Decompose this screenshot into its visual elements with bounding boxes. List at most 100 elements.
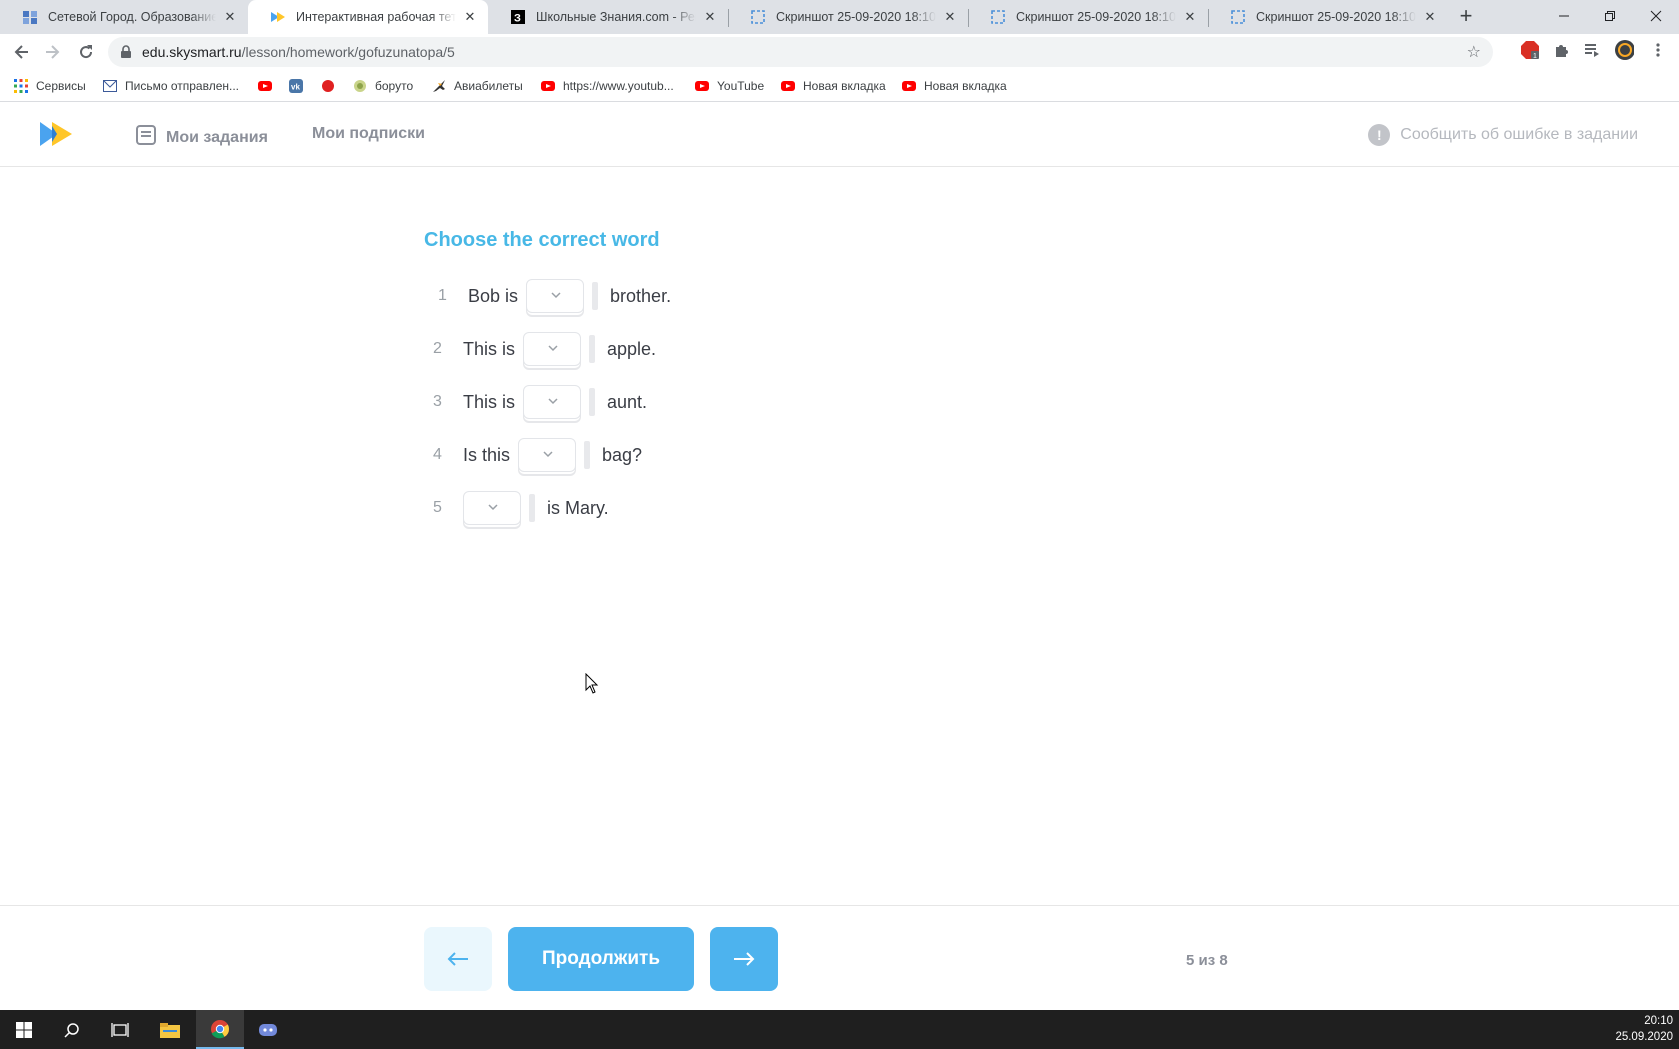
chrome-icon xyxy=(211,1019,229,1038)
bookmark-youtube-home[interactable]: YouTube xyxy=(695,77,764,95)
clock-time: 20:10 xyxy=(1644,1015,1673,1027)
answer-dropdown[interactable] xyxy=(518,438,577,472)
youtube-icon xyxy=(781,79,795,93)
bookmark-star-icon[interactable]: ☆ xyxy=(1467,42,1481,62)
close-icon xyxy=(1650,10,1662,22)
answer-divider xyxy=(589,388,596,416)
url-host: edu.skysmart.ru xyxy=(142,44,242,60)
address-bar[interactable]: edu.skysmart.ru/lesson/homework/gofuzuna… xyxy=(108,37,1493,67)
answer-dropdown[interactable] xyxy=(523,332,582,366)
screenshot-icon xyxy=(750,9,766,25)
bookmark-new-tab-1[interactable]: Новая вкладка xyxy=(781,77,886,95)
bookmark-new-tab-2[interactable]: Новая вкладка xyxy=(902,77,1007,95)
bookmark-mail[interactable]: Письмо отправлен... xyxy=(103,77,239,95)
chevron-down-icon xyxy=(548,345,558,352)
bookmark-label: https://www.youtub... xyxy=(563,79,674,93)
svg-text:З: З xyxy=(514,13,521,25)
continue-button[interactable]: Продолжить xyxy=(508,927,694,991)
close-icon[interactable]: ✕ xyxy=(942,9,958,25)
browser-tab[interactable]: Скриншот 25-09-2020 18:10:22.png ✕ xyxy=(968,0,1208,34)
tasks-list-icon xyxy=(136,125,156,150)
restore-button[interactable] xyxy=(1587,0,1633,32)
netcity-icon xyxy=(22,9,38,25)
boruto-icon xyxy=(353,79,367,93)
tab-title: Интерактивная рабочая тетрадь Skysmart xyxy=(296,10,456,24)
answer-dropdown[interactable] xyxy=(463,491,521,525)
close-icon[interactable]: ✕ xyxy=(1182,9,1198,25)
minimize-icon xyxy=(1559,15,1569,17)
report-error-link[interactable]: ! Сообщить об ошибке в задании xyxy=(1368,124,1638,146)
bookmark-label: Сервисы xyxy=(36,79,86,93)
nav-my-tasks[interactable]: Мои задания xyxy=(136,125,268,150)
media-playlist-icon[interactable] xyxy=(1582,40,1602,60)
mouse-cursor-icon xyxy=(585,673,599,694)
reload-button[interactable] xyxy=(74,40,98,64)
youtube-icon xyxy=(695,79,709,93)
new-tab-button[interactable]: + xyxy=(1454,5,1478,29)
task-view-button[interactable] xyxy=(96,1010,144,1049)
answer-divider xyxy=(584,441,591,469)
previous-task-button[interactable] xyxy=(424,927,492,991)
svg-text:vk: vk xyxy=(291,83,300,92)
bookmark-aviatickets[interactable]: Авиабилеты xyxy=(432,77,523,95)
folder-icon xyxy=(160,1022,180,1038)
sentence-row: 3 This is aunt. xyxy=(433,384,651,420)
chevron-down-icon xyxy=(488,504,498,511)
arrow-left-icon xyxy=(14,45,28,59)
task-footer: Продолжить 5 из 8 xyxy=(0,905,1679,1010)
close-window-button[interactable] xyxy=(1633,0,1679,32)
minimize-button[interactable] xyxy=(1541,0,1587,32)
sentence-after: is Mary. xyxy=(547,497,609,518)
sentence-after: apple. xyxy=(607,338,657,359)
profile-avatar[interactable] xyxy=(1614,40,1634,60)
answer-divider xyxy=(589,335,596,363)
menu-kebab-icon[interactable] xyxy=(1648,40,1668,60)
znanija-icon: З xyxy=(510,9,526,25)
search-button[interactable] xyxy=(48,1010,96,1049)
browser-tab[interactable]: Скриншот 25-09-2020 18:10:14.png ✕ xyxy=(728,0,968,34)
close-icon[interactable]: ✕ xyxy=(1422,9,1438,25)
browser-tab[interactable]: Скриншот 25-09-2020 18:10:35.png ✕ xyxy=(1208,0,1448,34)
bookmark-red[interactable] xyxy=(321,77,343,95)
browser-tab[interactable]: З Школьные Знания.com - Решаем вместе ✕ xyxy=(488,0,728,34)
close-icon[interactable]: ✕ xyxy=(702,9,718,25)
start-button[interactable] xyxy=(0,1010,48,1049)
svg-text:1: 1 xyxy=(1533,53,1537,60)
nav-my-subscriptions[interactable]: Мои подписки xyxy=(312,125,425,143)
answer-dropdown[interactable] xyxy=(523,385,582,419)
exclamation-icon: ! xyxy=(1368,124,1391,146)
back-button[interactable] xyxy=(10,40,34,64)
sentence-number: 2 xyxy=(433,340,442,357)
clock-date: 25.09.2020 xyxy=(1615,1031,1673,1043)
discord-taskbar-button[interactable] xyxy=(244,1010,292,1049)
close-icon[interactable]: ✕ xyxy=(462,9,478,25)
skysmart-logo[interactable] xyxy=(40,121,74,152)
forward-button[interactable] xyxy=(40,40,64,64)
bookmark-label: боруто xyxy=(375,79,414,93)
browser-tab-active[interactable]: Интерактивная рабочая тетрадь Skysmart ✕ xyxy=(248,0,488,34)
taskbar-clock[interactable]: 20:10 25.09.2020 xyxy=(1615,1013,1673,1045)
arrow-right-icon xyxy=(734,952,755,966)
bookmark-youtube-link[interactable]: https://www.youtub... xyxy=(541,77,674,95)
sentence-before: This is xyxy=(463,338,516,359)
file-explorer-button[interactable] xyxy=(146,1010,194,1049)
bookmark-apps[interactable]: Сервисы xyxy=(14,77,86,95)
tab-title: Скриншот 25-09-2020 18:10:14.png xyxy=(776,10,936,24)
next-task-button[interactable] xyxy=(710,927,778,991)
browser-tab[interactable]: Сетевой Город. Образование. Дневник ✕ xyxy=(0,0,248,34)
mail-icon xyxy=(103,79,117,93)
arrow-right-icon xyxy=(46,45,60,59)
search-icon xyxy=(64,1022,79,1038)
extensions-puzzle-icon[interactable] xyxy=(1551,40,1571,60)
answer-dropdown[interactable] xyxy=(526,279,585,313)
bookmark-youtube[interactable] xyxy=(258,77,280,95)
bookmark-vk[interactable]: vk xyxy=(289,77,311,95)
bookmark-label: YouTube xyxy=(717,79,765,93)
browser-tab-strip: Сетевой Город. Образование. Дневник ✕ Ин… xyxy=(0,0,1679,34)
sentence-row: 1 Bob is brother. xyxy=(438,278,675,314)
chrome-taskbar-button[interactable] xyxy=(196,1010,244,1049)
bookmark-boruto[interactable]: боруто xyxy=(353,77,413,95)
close-icon[interactable]: ✕ xyxy=(222,9,238,25)
tab-title: Скриншот 25-09-2020 18:10:22.png xyxy=(1016,10,1176,24)
adblock-extension-icon[interactable]: 1 xyxy=(1520,40,1540,60)
